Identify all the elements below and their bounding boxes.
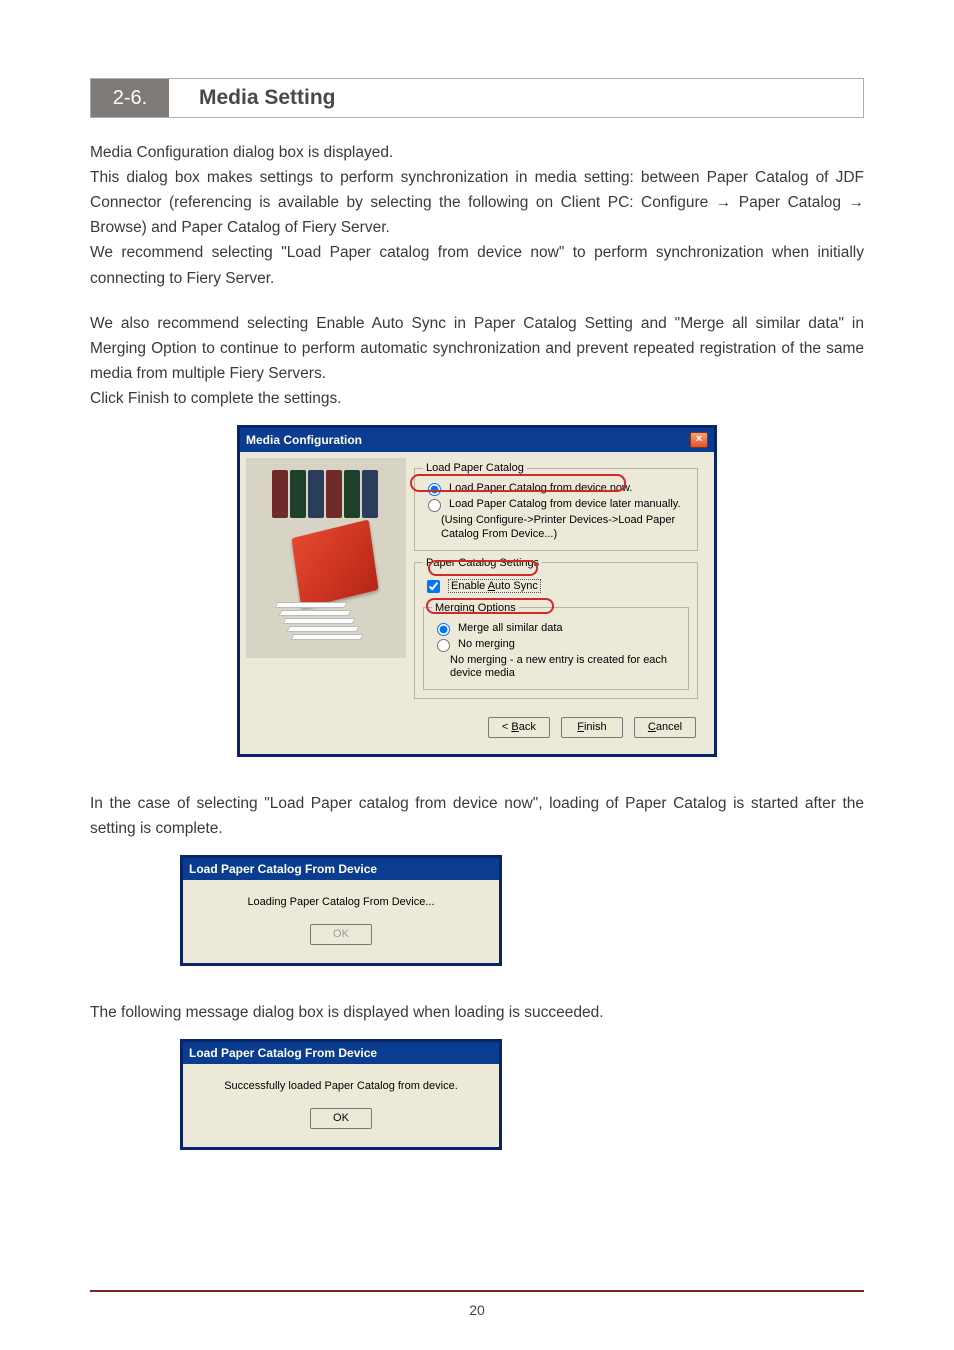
- success-dialog: Load Paper Catalog From Device Successfu…: [180, 1039, 502, 1150]
- text-run: Enable: [451, 580, 488, 592]
- back-button[interactable]: < Back: [488, 717, 550, 738]
- dialog-title: Load Paper Catalog From Device: [189, 1046, 377, 1060]
- paragraph: Media Configuration dialog box is displa…: [90, 140, 864, 165]
- paragraph: We recommend selecting "Load Paper catal…: [90, 240, 864, 290]
- mnemonic: F: [577, 721, 584, 733]
- text-run: Browse) and Paper Catalog of Fiery Serve…: [90, 219, 390, 236]
- dialog-title: Load Paper Catalog From Device: [189, 862, 377, 876]
- dialog-titlebar: Load Paper Catalog From Device: [183, 1042, 499, 1064]
- dialog-titlebar: Media Configuration ×: [240, 428, 714, 452]
- finish-button[interactable]: Finish: [561, 717, 623, 738]
- arrow-glyph: →: [716, 194, 732, 211]
- option-subtext: No merging - a new entry is created for …: [450, 654, 680, 682]
- paragraph: We also recommend selecting Enable Auto …: [90, 311, 864, 386]
- text-run: ack: [519, 721, 536, 733]
- page-number: 20: [0, 1302, 954, 1318]
- mnemonic: C: [648, 721, 656, 733]
- radio-no-merging[interactable]: No merging: [432, 638, 680, 652]
- dialog-titlebar: Load Paper Catalog From Device: [183, 858, 499, 880]
- radio-input[interactable]: [437, 623, 450, 636]
- checkbox-input[interactable]: [427, 580, 440, 593]
- ok-button[interactable]: OK: [310, 1108, 372, 1129]
- paragraph: This dialog box makes settings to perfor…: [90, 165, 864, 240]
- dialog-sidebar-image: [246, 458, 406, 658]
- annotation-circle-icon: [428, 560, 538, 576]
- dialog-message: Loading Paper Catalog From Device...: [193, 896, 489, 908]
- radio-label: Merge all similar data: [458, 622, 563, 634]
- radio-input[interactable]: [428, 499, 441, 512]
- body-text: Media Configuration dialog box is displa…: [90, 140, 864, 411]
- radio-input[interactable]: [437, 639, 450, 652]
- radio-merge-similar[interactable]: Merge all similar data: [432, 622, 680, 636]
- text-run: uto Sync: [495, 580, 538, 592]
- footer-rule: [90, 1290, 864, 1292]
- merging-options-group: Merging Options Merge all similar data N…: [423, 602, 689, 691]
- annotation-circle-icon: [410, 474, 626, 492]
- checkbox-enable-auto-sync[interactable]: Enable Auto Sync: [423, 577, 689, 596]
- dialog-title: Media Configuration: [246, 433, 362, 447]
- group-legend: Load Paper Catalog: [423, 462, 527, 474]
- paragraph: The following message dialog box is disp…: [90, 1000, 864, 1025]
- option-subtext: (Using Configure->Printer Devices->Load …: [441, 514, 689, 542]
- text-run: ancel: [656, 721, 682, 733]
- text-run: inish: [584, 721, 607, 733]
- checkbox-label: Enable Auto Sync: [448, 579, 541, 593]
- mnemonic: B: [511, 721, 518, 733]
- paragraph: In the case of selecting "Load Paper cat…: [90, 791, 864, 841]
- close-icon[interactable]: ×: [690, 432, 708, 448]
- dialog-message: Successfully loaded Paper Catalog from d…: [193, 1080, 489, 1092]
- loading-dialog: Load Paper Catalog From Device Loading P…: [180, 855, 502, 966]
- arrow-glyph: →: [849, 194, 865, 211]
- cancel-button[interactable]: Cancel: [634, 717, 696, 738]
- section-header: 2-6. Media Setting: [90, 78, 864, 118]
- text-run: <: [502, 721, 511, 733]
- text-run: Paper Catalog: [731, 194, 848, 211]
- radio-label: Load Paper Catalog from device later man…: [449, 498, 681, 510]
- section-title: Media Setting: [169, 79, 863, 117]
- paragraph: Click Finish to complete the settings.: [90, 386, 864, 411]
- media-configuration-dialog: Media Configuration ×: [237, 425, 717, 757]
- section-number: 2-6.: [91, 79, 169, 117]
- radio-load-later[interactable]: Load Paper Catalog from device later man…: [423, 498, 689, 512]
- mnemonic: A: [488, 580, 495, 592]
- paper-catalog-settings-group: Paper Catalog Settings Enable Auto Sync …: [414, 557, 698, 700]
- ok-button: OK: [310, 924, 372, 945]
- radio-label: No merging: [458, 638, 515, 650]
- annotation-circle-icon: [426, 598, 554, 614]
